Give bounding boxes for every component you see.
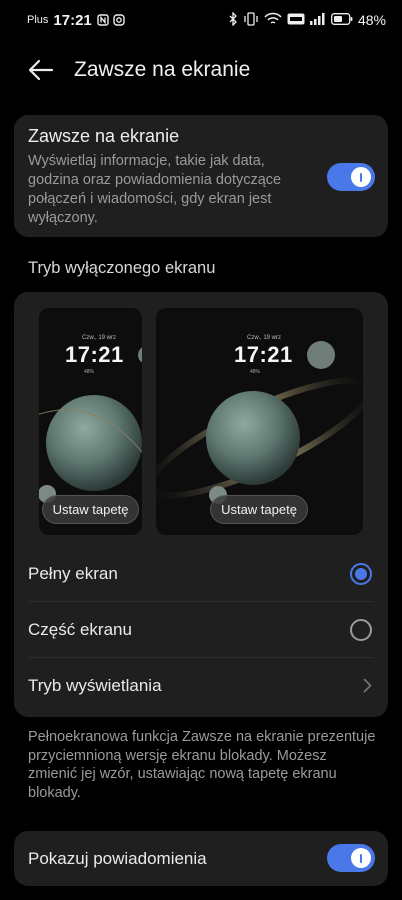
section-label-screen-mode: Tryb wyłączonego ekranu [28, 259, 216, 277]
toggle-knob [351, 848, 371, 868]
instagram-icon [113, 14, 125, 26]
back-button[interactable] [26, 55, 56, 85]
preview-time: 17:21 [65, 342, 124, 367]
preview-date: Czw., 19 wrz [82, 335, 117, 341]
aod-card: Zawsze na ekranie Wyświetlaj informacje,… [14, 115, 388, 237]
status-time: 17:21 [53, 11, 92, 29]
signal-icon [309, 12, 326, 28]
page-title: Zawsze na ekranie [74, 58, 251, 81]
vibrate-icon [243, 11, 259, 29]
status-bar: Plus 17:21 48% [0, 0, 402, 40]
option-label: Część ekranu [28, 619, 132, 639]
preview-battery: 48% [250, 369, 261, 375]
aod-description: Wyświetlaj informacje, takie jak data, g… [28, 153, 282, 226]
display-mode-row[interactable]: Tryb wyświetlania [14, 658, 388, 713]
option-full-screen[interactable]: Pełny ekran [14, 546, 388, 601]
chevron-right-icon [363, 678, 372, 693]
aod-title: Zawsze na ekranie [28, 126, 180, 146]
carrier-label: Plus [27, 14, 49, 26]
preview-battery: 48% [84, 369, 95, 375]
back-arrow-icon [28, 59, 54, 81]
preview-date: Czw., 19 wrz [247, 335, 282, 341]
bluetooth-icon [228, 10, 238, 29]
wifi-icon [264, 12, 282, 29]
aod-toggle[interactable] [327, 163, 375, 191]
preview-partial-screen[interactable]: Czw., 19 wrz 17:21 48% Ustaw tapetę [156, 308, 363, 535]
notifications-toggle[interactable] [327, 844, 375, 872]
radio-unselected-icon[interactable] [350, 618, 372, 641]
mode-card: Czw., 19 wrz 17:21 48% Ustaw tapetę Czw.… [14, 292, 388, 717]
set-wallpaper-button[interactable]: Ustaw tapetę [210, 495, 308, 524]
toggle-knob [351, 167, 371, 187]
volte-icon [287, 13, 305, 28]
app-header: Zawsze na ekranie [0, 48, 402, 92]
radio-selected-icon[interactable] [350, 562, 372, 585]
option-label: Pełny ekran [28, 563, 118, 583]
battery-icon [331, 12, 353, 28]
preview-time: 17:21 [234, 342, 293, 367]
preview-full-screen[interactable]: Czw., 19 wrz 17:21 48% Ustaw tapetę [39, 308, 142, 535]
battery-percent: 48% [357, 12, 386, 28]
footnote-text: Pełnoekranowa funkcja Zawsze na ekranie … [28, 729, 376, 801]
set-wallpaper-button[interactable]: Ustaw tapetę [42, 495, 139, 524]
display-mode-label: Tryb wyświetlania [28, 675, 162, 695]
nfc-icon [97, 14, 109, 26]
notifications-label: Pokazuj powiadomienia [28, 848, 207, 868]
option-partial-screen[interactable]: Część ekranu [14, 602, 388, 657]
notifications-card: Pokazuj powiadomienia [14, 831, 388, 886]
